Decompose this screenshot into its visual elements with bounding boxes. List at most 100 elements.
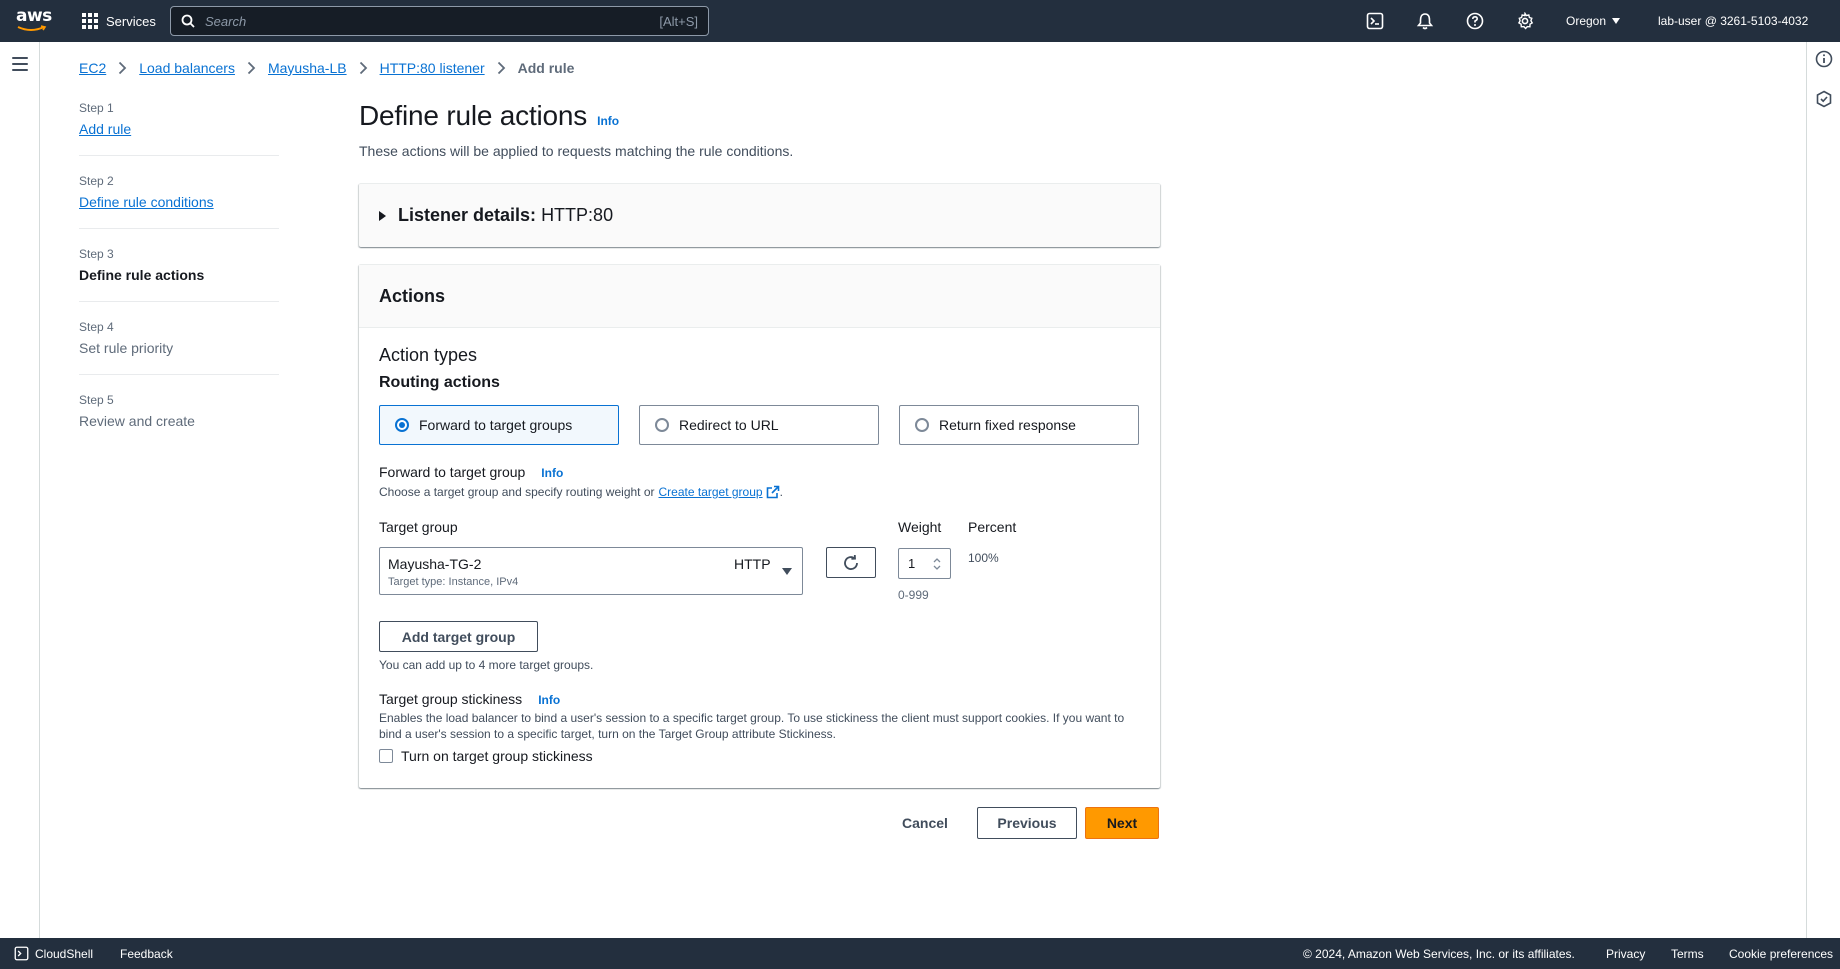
radio-label: Forward to target groups xyxy=(419,417,573,433)
listener-details-label: Listener details: xyxy=(398,205,537,225)
radio-return-fixed-response[interactable]: Return fixed response xyxy=(899,405,1139,445)
services-menu[interactable]: Services xyxy=(82,0,156,42)
stickiness-info-link[interactable]: Info xyxy=(538,693,560,707)
cancel-button[interactable]: Cancel xyxy=(892,807,958,839)
target-group-select[interactable]: Mayusha-TG-2 HTTP Target type: Instance,… xyxy=(379,547,803,595)
breadcrumb-load-balancers[interactable]: Load balancers xyxy=(139,60,235,76)
percent-label: Percent xyxy=(968,519,1017,535)
forward-description: Choose a target group and specify routin… xyxy=(379,485,783,499)
create-target-group-link[interactable]: Create target group xyxy=(659,485,763,499)
stickiness-label: Target group stickiness Info xyxy=(379,691,560,707)
previous-button[interactable]: Previous xyxy=(977,807,1077,839)
step-number: Step 5 xyxy=(79,393,114,407)
chevron-right-icon xyxy=(247,61,256,75)
next-button[interactable]: Next xyxy=(1085,807,1159,839)
stickiness-description: Enables the load balancer to bind a user… xyxy=(379,711,1125,741)
radio-label: Return fixed response xyxy=(939,417,1076,433)
radio-selected-icon xyxy=(395,418,409,432)
forward-desc-text: Choose a target group and specify routin… xyxy=(379,485,655,499)
step-current-define-rule-actions: Define rule actions xyxy=(79,267,205,283)
forward-info-link[interactable]: Info xyxy=(541,466,563,480)
cloudshell-icon[interactable] xyxy=(1365,11,1385,31)
radio-forward-to-target-groups[interactable]: Forward to target groups xyxy=(379,405,619,445)
forward-to-target-group-label: Forward to target group Info xyxy=(379,464,563,480)
bottom-bar: CloudShell Feedback © 2024, Amazon Web S… xyxy=(0,938,1840,969)
target-group-label: Target group xyxy=(379,519,458,535)
step-link-define-rule-conditions[interactable]: Define rule conditions xyxy=(79,194,279,210)
forward-label-text: Forward to target group xyxy=(379,464,526,480)
grid-icon xyxy=(82,13,98,29)
add-target-group-button[interactable]: Add target group xyxy=(379,621,538,652)
step-review-and-create: Review and create xyxy=(79,413,195,429)
step-number: Step 2 xyxy=(79,174,114,188)
step-link-add-rule[interactable]: Add rule xyxy=(79,121,279,137)
weight-input[interactable]: 1 xyxy=(898,548,951,579)
aws-logo[interactable]: aws xyxy=(16,7,52,35)
listener-details-title: Listener details: HTTP:80 xyxy=(398,205,613,226)
weight-value: 1 xyxy=(908,556,916,571)
left-rail xyxy=(0,42,40,938)
wizard-step-5: Step 5 Review and create xyxy=(79,393,279,447)
aws-logo-text: aws xyxy=(16,6,52,26)
chevron-right-icon xyxy=(118,61,127,75)
wizard-step-4: Step 4 Set rule priority xyxy=(79,320,279,375)
settings-gear-icon[interactable] xyxy=(1515,11,1535,31)
feedback-link[interactable]: Feedback xyxy=(120,938,173,969)
radio-label: Redirect to URL xyxy=(679,417,779,433)
search-input[interactable] xyxy=(205,13,660,29)
step-number: Step 3 xyxy=(79,247,114,261)
listener-details-expander[interactable]: Listener details: HTTP:80 xyxy=(359,183,1160,247)
radio-unselected-icon xyxy=(915,418,929,432)
wizard-step-3: Step 3 Define rule actions xyxy=(79,247,279,302)
search-icon xyxy=(181,14,195,28)
listener-details-value: HTTP:80 xyxy=(541,205,614,225)
cloudshell-footer-button[interactable]: CloudShell xyxy=(14,938,93,969)
chevron-right-icon xyxy=(359,61,368,75)
wizard-step-1: Step 1 Add rule xyxy=(79,101,279,156)
target-group-type: Target type: Instance, IPv4 xyxy=(388,576,519,588)
top-navigation: aws Services [Alt+S] xyxy=(0,0,1840,42)
breadcrumb: EC2 Load balancers Mayusha-LB HTTP:80 li… xyxy=(79,60,574,76)
info-panel-icon[interactable] xyxy=(1815,50,1833,68)
account-label: lab-user @ 3261-5103-4032 xyxy=(1658,14,1809,28)
search-shortcut: [Alt+S] xyxy=(659,13,698,29)
stickiness-checkbox-row[interactable]: Turn on target group stickiness xyxy=(379,748,593,764)
radio-redirect-to-url[interactable]: Redirect to URL xyxy=(639,405,879,445)
help-icon[interactable] xyxy=(1465,11,1485,31)
terms-link[interactable]: Terms xyxy=(1671,938,1704,969)
percent-value: 100% xyxy=(968,551,999,565)
stepper-icon[interactable] xyxy=(932,556,942,572)
target-group-name: Mayusha-TG-2 xyxy=(388,556,482,572)
actions-container: Actions Action types Routing actions For… xyxy=(359,264,1160,788)
page-title: Define rule actions xyxy=(359,100,588,131)
actions-header: Actions xyxy=(359,265,1160,328)
stickiness-checkbox[interactable] xyxy=(379,749,393,763)
caret-right-icon xyxy=(379,210,386,221)
hamburger-menu-icon[interactable] xyxy=(12,57,28,75)
external-link-icon[interactable] xyxy=(766,485,780,499)
aws-smile-icon xyxy=(17,25,47,31)
step-number: Step 1 xyxy=(79,101,114,115)
bell-icon[interactable] xyxy=(1415,11,1435,31)
cookie-preferences-link[interactable]: Cookie preferences xyxy=(1729,938,1833,969)
refresh-button[interactable] xyxy=(826,547,876,578)
search-bar[interactable]: [Alt+S] xyxy=(170,6,709,36)
step-number: Step 4 xyxy=(79,320,114,334)
step-set-rule-priority: Set rule priority xyxy=(79,340,174,356)
account-menu[interactable]: lab-user @ 3261-5103-4032 xyxy=(1658,0,1808,42)
page-description: These actions will be applied to request… xyxy=(359,143,794,159)
wizard-step-2: Step 2 Define rule conditions xyxy=(79,174,279,229)
add-target-group-hint: You can add up to 4 more target groups. xyxy=(379,658,594,672)
chevron-right-icon xyxy=(497,61,506,75)
breadcrumb-listener[interactable]: HTTP:80 listener xyxy=(380,60,485,76)
weight-hint: 0-999 xyxy=(898,588,929,602)
breadcrumb-ec2[interactable]: EC2 xyxy=(79,60,106,76)
page-info-link[interactable]: Info xyxy=(597,114,619,128)
region-selector[interactable]: Oregon xyxy=(1566,0,1621,42)
help-panel-icon[interactable] xyxy=(1815,90,1833,108)
cloudshell-icon xyxy=(14,946,29,961)
privacy-link[interactable]: Privacy xyxy=(1606,938,1645,969)
breadcrumb-load-balancer-name[interactable]: Mayusha-LB xyxy=(268,60,347,76)
right-rail xyxy=(1806,42,1840,938)
routing-actions-heading: Routing actions xyxy=(379,374,500,391)
